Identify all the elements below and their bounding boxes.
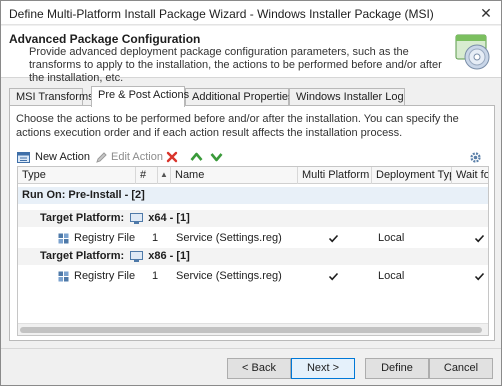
back-button[interactable]: < Back — [227, 358, 291, 379]
multi-platform-checkbox[interactable] — [328, 271, 339, 282]
cell-deployment-type: Local — [378, 270, 405, 282]
subgroup-row-x86[interactable]: Target Platform: x86 - [1] — [18, 248, 488, 265]
window-title: Define Multi-Platform Install Package Wi… — [9, 7, 434, 21]
page-title: Advanced Package Configuration — [9, 32, 201, 46]
subgroup-label: Target Platform: — [40, 212, 125, 224]
column-header-type[interactable]: Type — [18, 167, 136, 184]
tab-windows-installer-log[interactable]: Windows Installer Log — [289, 88, 405, 106]
delete-action-button[interactable] — [166, 149, 178, 165]
multi-platform-checkbox[interactable] — [328, 233, 339, 244]
column-header-name[interactable]: Name — [171, 167, 298, 184]
registry-file-icon — [58, 271, 69, 282]
new-action-button[interactable]: New Action — [17, 149, 90, 165]
platform-icon — [130, 212, 144, 224]
footer-divider — [1, 348, 501, 349]
cell-number: 1 — [152, 270, 159, 282]
subgroup-platform: x64 - [1] — [148, 212, 190, 224]
pre-post-actions-panel: Choose the actions to be performed befor… — [9, 105, 495, 341]
scrollbar-thumb[interactable] — [20, 327, 482, 333]
platform-icon — [130, 250, 144, 262]
next-button[interactable]: Next > — [291, 358, 355, 379]
settings-icon — [470, 151, 481, 163]
tab-pre-post-actions[interactable]: Pre & Post Actions — [91, 86, 189, 107]
group-row-run-on[interactable]: Run On: Pre-Install - [2] — [18, 187, 488, 204]
edit-action-button[interactable]: Edit Action — [95, 149, 163, 165]
page-description: Provide advanced deployment package conf… — [29, 46, 442, 84]
wait-checkbox[interactable] — [474, 271, 485, 282]
panel-description: Choose the actions to be performed befor… — [16, 113, 459, 139]
define-button[interactable]: Define — [365, 358, 429, 379]
actions-grid: Type # ▲ Name Multi Platform Deployment … — [17, 166, 489, 336]
wizard-window: Define Multi-Platform Install Package Wi… — [0, 0, 502, 386]
cell-deployment-type: Local — [378, 232, 405, 244]
column-header-multi-platform[interactable]: Multi Platform — [298, 167, 372, 184]
subgroup-platform: x86 - [1] — [148, 250, 190, 262]
sort-ascending-icon[interactable]: ▲ — [158, 167, 171, 184]
column-header-wait[interactable]: Wait for C — [452, 167, 488, 184]
cell-name: Service (Settings.reg) — [176, 232, 282, 244]
delete-icon — [166, 151, 178, 163]
horizontal-scrollbar[interactable] — [18, 323, 488, 335]
title-bar: Define Multi-Platform Install Package Wi… — [1, 1, 501, 25]
move-up-button[interactable] — [190, 149, 203, 165]
cell-number: 1 — [152, 232, 159, 244]
cancel-button[interactable]: Cancel — [429, 358, 493, 379]
move-down-icon — [210, 153, 223, 162]
edit-action-icon — [96, 151, 107, 163]
new-action-label: New Action — [35, 151, 91, 164]
move-up-icon — [190, 152, 203, 161]
settings-button[interactable] — [469, 149, 482, 165]
close-icon[interactable]: ✕ — [477, 4, 495, 22]
wizard-header: Advanced Package Configuration Provide a… — [1, 26, 501, 84]
table-row[interactable]: Registry File 1 Service (Settings.reg) L… — [18, 268, 488, 285]
new-action-icon — [17, 151, 30, 163]
cell-type: Registry File — [74, 232, 136, 244]
cell-type: Registry File — [74, 270, 136, 282]
registry-file-icon — [58, 233, 69, 244]
grid-header: Type # ▲ Name Multi Platform Deployment … — [18, 167, 488, 184]
actions-toolbar: New Action Edit Action — [17, 146, 487, 168]
column-header-deployment-type[interactable]: Deployment Type — [372, 167, 452, 184]
table-row[interactable]: Registry File 1 Service (Settings.reg) L… — [18, 230, 488, 247]
cell-name: Service (Settings.reg) — [176, 270, 282, 282]
tab-msi-transforms[interactable]: MSI Transforms — [9, 88, 94, 106]
tab-additional-properties[interactable]: Additional Properties — [185, 88, 294, 106]
wait-checkbox[interactable] — [474, 233, 485, 244]
subgroup-row-x64[interactable]: Target Platform: x64 - [1] — [18, 210, 488, 227]
column-header-number[interactable]: # — [136, 167, 158, 184]
subgroup-label: Target Platform: — [40, 250, 125, 262]
move-down-button[interactable] — [210, 149, 223, 165]
install-package-icon — [455, 34, 490, 70]
edit-action-label: Edit Action — [111, 151, 163, 164]
